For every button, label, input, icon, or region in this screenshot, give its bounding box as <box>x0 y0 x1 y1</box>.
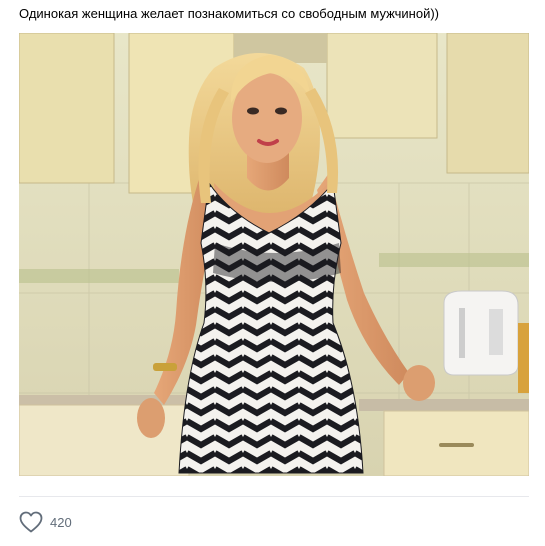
like-button[interactable]: 420 <box>19 510 72 534</box>
post-photo[interactable] <box>19 33 529 476</box>
divider <box>19 496 529 497</box>
photo-image <box>19 33 529 476</box>
like-count: 420 <box>50 514 72 530</box>
post-text: Одинокая женщина желает познакомиться со… <box>19 6 439 21</box>
heart-outline-icon <box>19 511 43 533</box>
